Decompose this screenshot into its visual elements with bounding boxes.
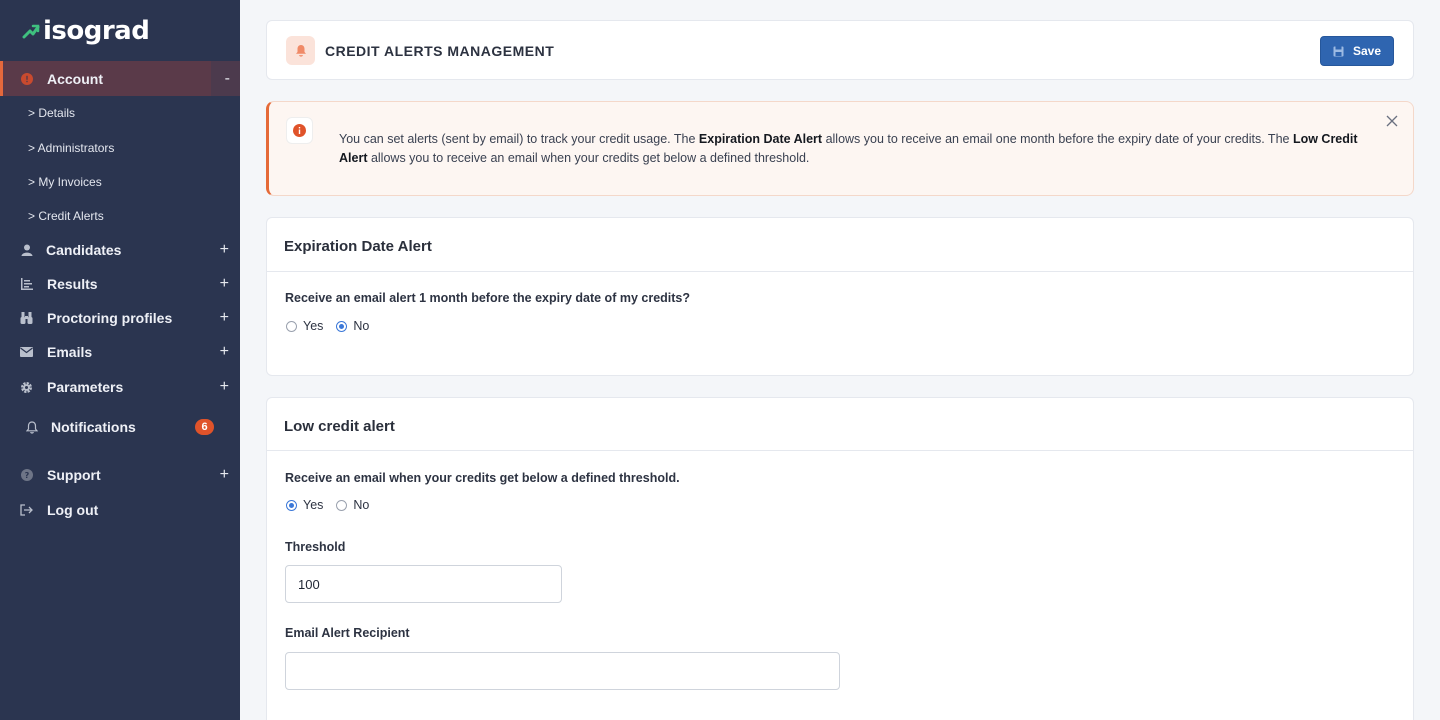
svg-text:?: ?	[24, 471, 29, 480]
sidebar-item-label: Results	[47, 276, 98, 292]
sidebar-item-candidates[interactable]: Candidates +	[0, 233, 240, 267]
divider	[267, 450, 1413, 451]
sidebar-item-support[interactable]: ? Support +	[0, 458, 240, 492]
radio-label: No	[353, 498, 370, 512]
logout-icon	[20, 504, 33, 517]
expand-toggle[interactable]: +	[220, 309, 229, 327]
expand-toggle[interactable]: +	[220, 466, 229, 484]
section-title: Expiration Date Alert	[284, 238, 432, 255]
expand-toggle[interactable]: +	[220, 343, 229, 361]
close-icon[interactable]	[1385, 114, 1399, 128]
low-credit-radio-group: Yes No	[286, 498, 382, 512]
radio-no[interactable]	[336, 320, 348, 332]
envelope-icon	[20, 346, 33, 359]
sidebar-subitem-administrators[interactable]: > Administrators	[28, 141, 114, 155]
help-circle-icon: ?	[20, 469, 33, 482]
email-recipient-input[interactable]	[285, 652, 840, 690]
sidebar-item-account[interactable]: Account -	[0, 61, 240, 96]
floppy-disk-icon	[1333, 46, 1344, 56]
bell-icon	[25, 420, 38, 434]
radio-label: No	[353, 319, 370, 333]
sidebar-item-emails[interactable]: Emails +	[0, 335, 240, 369]
threshold-label: Threshold	[285, 540, 346, 554]
sidebar-item-label: Parameters	[47, 379, 124, 395]
sidebar-item-label: Account	[47, 70, 103, 87]
expiration-radio-group: Yes No	[286, 319, 382, 333]
page-header: CREDIT ALERTS MANAGEMENT Save	[266, 20, 1414, 80]
sidebar-item-notifications[interactable]: Notifications 6	[0, 410, 240, 444]
recipient-label: Email Alert Recipient	[285, 626, 410, 640]
sidebar-item-logout[interactable]: Log out	[0, 493, 240, 527]
radio-yes[interactable]	[286, 499, 297, 511]
radio-label: Yes	[303, 319, 324, 333]
sidebar-item-parameters[interactable]: Parameters +	[0, 370, 240, 404]
section-title: Low credit alert	[284, 418, 395, 435]
info-icon	[286, 117, 313, 144]
logo[interactable]: isograd	[22, 16, 150, 46]
sidebar-subitem-invoices[interactable]: > My Invoices	[28, 175, 102, 189]
alert-text-part: allows you to receive an email one month…	[822, 132, 1293, 146]
divider	[267, 271, 1413, 272]
low-credit-question: Receive an email when your credits get b…	[285, 471, 680, 485]
sidebar-item-results[interactable]: Results +	[0, 267, 240, 301]
expand-toggle[interactable]: +	[220, 378, 229, 396]
expiration-no-option[interactable]: No	[336, 319, 369, 333]
radio-no[interactable]	[336, 499, 348, 511]
sidebar-subitem-credit-alerts[interactable]: > Credit Alerts	[28, 209, 104, 223]
binoculars-icon	[20, 312, 33, 325]
low-credit-yes-option[interactable]: Yes	[286, 498, 323, 512]
alert-text-part: You can set alerts (sent by email) to tr…	[339, 132, 699, 146]
expand-toggle[interactable]: +	[220, 275, 229, 293]
sidebar-subitem-details[interactable]: > Details	[28, 106, 75, 120]
bell-icon	[286, 36, 315, 65]
low-credit-no-option[interactable]: No	[336, 498, 369, 512]
threshold-input[interactable]	[285, 565, 562, 603]
alert-term-expiration: Expiration Date Alert	[698, 132, 823, 146]
list-chart-icon	[20, 278, 33, 291]
low-credit-alert-card: Low credit alert Receive an email when y…	[266, 397, 1414, 720]
collapse-toggle[interactable]: -	[225, 70, 230, 88]
page-title: CREDIT ALERTS MANAGEMENT	[325, 43, 555, 59]
sidebar-item-label: Log out	[47, 502, 99, 518]
person-icon	[20, 244, 33, 257]
alert-circle-icon	[20, 72, 33, 85]
sidebar-item-label: Support	[47, 467, 101, 483]
notification-count-badge: 6	[195, 419, 214, 435]
logo-text: isograd	[43, 16, 150, 46]
expiration-yes-option[interactable]: Yes	[286, 319, 323, 333]
alert-text-part: allows you to receive an email when your…	[367, 151, 810, 165]
radio-label: Yes	[303, 498, 324, 512]
sidebar-item-label: Proctoring profiles	[47, 310, 173, 326]
sidebar: isograd Account - > Details > Administra…	[0, 0, 240, 720]
save-button-label: Save	[1352, 44, 1382, 58]
sidebar-item-proctoring-profiles[interactable]: Proctoring profiles +	[0, 301, 240, 335]
info-alert: You can set alerts (sent by email) to tr…	[266, 101, 1414, 196]
radio-yes[interactable]	[286, 320, 297, 332]
gear-icon	[20, 381, 33, 394]
info-alert-text: You can set alerts (sent by email) to tr…	[339, 130, 1369, 168]
save-button[interactable]: Save	[1320, 36, 1394, 66]
sidebar-item-label: Emails	[47, 344, 93, 360]
sidebar-item-label: Candidates	[46, 242, 122, 258]
logo-mark-icon	[22, 24, 40, 39]
expiration-alert-card: Expiration Date Alert Receive an email a…	[266, 217, 1414, 376]
sidebar-item-label: Notifications	[51, 419, 136, 435]
expand-toggle[interactable]: +	[220, 241, 229, 259]
expiration-question: Receive an email alert 1 month before th…	[285, 291, 690, 305]
